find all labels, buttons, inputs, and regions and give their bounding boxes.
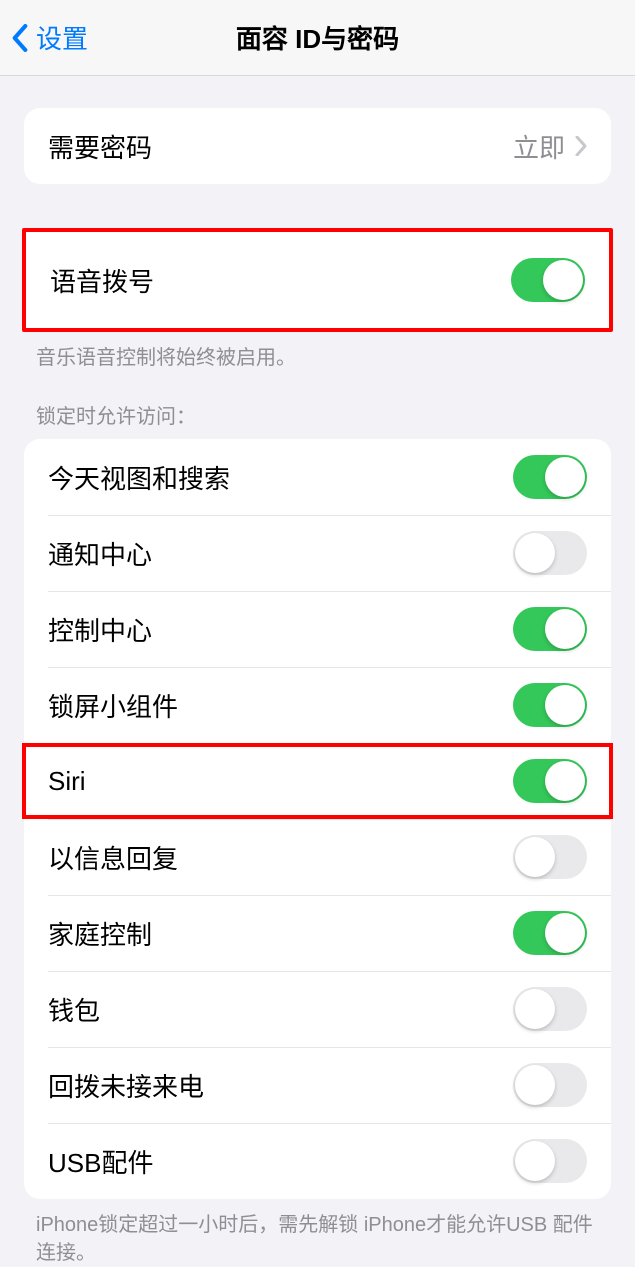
lock-access-label: USB配件 xyxy=(48,1143,513,1180)
lock-access-toggle[interactable] xyxy=(513,683,587,727)
lock-access-row: Siri xyxy=(24,743,611,819)
lock-access-toggle[interactable] xyxy=(513,1063,587,1107)
lock-access-row: 今天视图和搜索 xyxy=(24,439,611,515)
navbar: 设置 面容 ID与密码 xyxy=(0,0,635,76)
lock-access-label: Siri xyxy=(48,766,513,797)
chevron-right-icon xyxy=(575,136,587,156)
require-passcode-label: 需要密码 xyxy=(48,128,513,165)
voice-dial-label: 语音拨号 xyxy=(50,262,511,299)
lock-access-header: 锁定时允许访问： xyxy=(0,372,635,439)
lock-access-label: 回拨未接来电 xyxy=(48,1067,513,1104)
lock-access-row: 以信息回复 xyxy=(24,819,611,895)
lock-access-row: 控制中心 xyxy=(24,591,611,667)
lock-access-toggle[interactable] xyxy=(513,531,587,575)
lock-access-toggle[interactable] xyxy=(513,987,587,1031)
back-label: 设置 xyxy=(36,19,88,56)
lock-access-toggle[interactable] xyxy=(513,759,587,803)
lock-access-group: 今天视图和搜索通知中心控制中心锁屏小组件 Siri 以信息回复家庭控制钱包回拨未接来… xyxy=(24,439,611,1199)
lock-access-label: 控制中心 xyxy=(48,611,513,648)
lock-access-row: 钱包 xyxy=(24,971,611,1047)
lock-access-label: 钱包 xyxy=(48,991,513,1028)
page-title: 面容 ID与密码 xyxy=(236,19,399,56)
chevron-left-icon xyxy=(12,24,28,52)
lock-access-label: 以信息回复 xyxy=(48,839,513,876)
require-passcode-value: 立即 xyxy=(513,128,565,165)
voice-dial-footer: 音乐语音控制将始终被启用。 xyxy=(0,332,635,372)
lock-access-row: 家庭控制 xyxy=(24,895,611,971)
lock-access-row: 回拨未接来电 xyxy=(24,1047,611,1123)
lock-access-label: 锁屏小组件 xyxy=(48,687,513,724)
lock-access-toggle[interactable] xyxy=(513,455,587,499)
lock-access-label: 今天视图和搜索 xyxy=(48,459,513,496)
lock-access-toggle[interactable] xyxy=(513,1139,587,1183)
require-passcode-group: 需要密码 立即 xyxy=(24,108,611,184)
lock-access-label: 家庭控制 xyxy=(48,915,513,952)
require-passcode-row[interactable]: 需要密码 立即 xyxy=(24,108,611,184)
lock-access-footer: iPhone锁定超过一小时后，需先解锁 iPhone才能允许USB 配件连接。 xyxy=(0,1199,635,1267)
voice-dial-group: 语音拨号 xyxy=(26,232,609,328)
voice-dial-toggle[interactable] xyxy=(511,258,585,302)
lock-access-toggle[interactable] xyxy=(513,607,587,651)
voice-dial-row: 语音拨号 xyxy=(26,240,609,320)
voice-dial-highlight: 语音拨号 xyxy=(22,228,613,332)
back-button[interactable]: 设置 xyxy=(12,19,88,56)
lock-access-row: USB配件 xyxy=(24,1123,611,1199)
lock-access-row: 通知中心 xyxy=(24,515,611,591)
lock-access-row: 锁屏小组件 xyxy=(24,667,611,743)
lock-access-toggle[interactable] xyxy=(513,835,587,879)
lock-access-label: 通知中心 xyxy=(48,535,513,572)
lock-access-toggle[interactable] xyxy=(513,911,587,955)
